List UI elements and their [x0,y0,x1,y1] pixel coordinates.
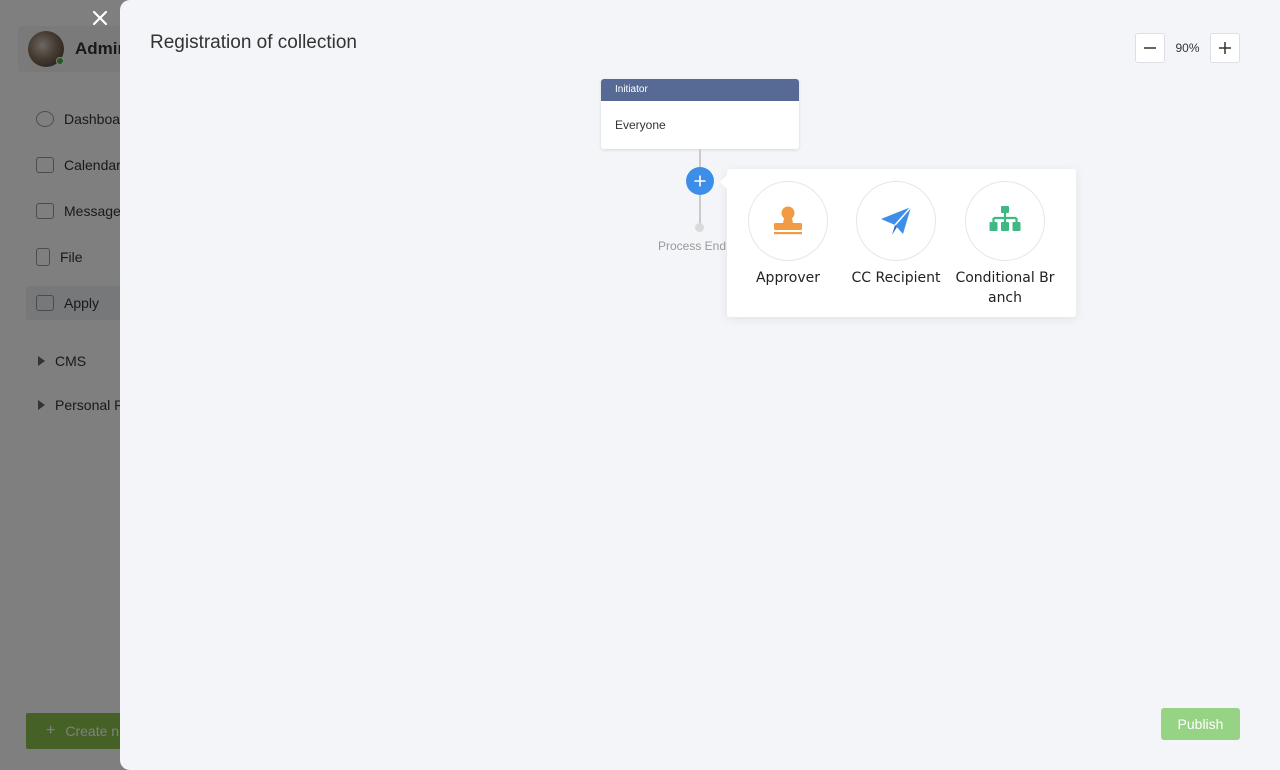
close-drawer-button[interactable] [88,6,112,30]
plus-icon [694,175,706,187]
option-approver[interactable]: Approver [738,181,838,288]
process-end-dot [695,223,704,232]
initiator-node-header: Initiator [601,79,799,101]
initiator-node[interactable]: Initiator Everyone [601,79,799,149]
option-label-line: anch [987,290,1023,306]
page-title: Registration of collection [150,32,357,53]
add-node-popover: Approver CC Recipient Conditional Br anc… [720,169,1076,317]
option-cc-recipient-circle [856,181,936,261]
publish-button[interactable]: Publish [1161,708,1240,740]
paper-plane-icon [881,206,912,235]
flow-connector [699,149,701,167]
org-chart-icon [989,206,1021,231]
option-label-line: Conditional Br [955,270,1055,286]
option-conditional-branch[interactable]: Conditional Br anch [955,181,1055,308]
option-label: Conditional Br anch [955,268,1055,308]
stamp-icon [774,206,802,235]
minus-icon [1144,47,1156,49]
option-approver-circle [748,181,828,261]
popover-arrow [720,175,727,189]
option-label: CC Recipient [851,270,941,286]
zoom-level: 90% [1175,41,1200,55]
process-designer-drawer: Registration of collection 90% Initiator… [120,0,1280,770]
close-icon [92,10,108,26]
zoom-in-button[interactable] [1210,33,1240,63]
zoom-out-button[interactable] [1135,33,1165,63]
add-node-button[interactable] [686,167,714,195]
process-end-label: Process End [658,239,727,253]
option-cc-recipient[interactable]: CC Recipient [846,181,946,288]
option-label: Approver [755,270,821,286]
initiator-node-body: Everyone [615,118,666,132]
option-conditional-branch-circle [965,181,1045,261]
plus-icon [1219,42,1231,54]
zoom-control: 90% [1135,33,1240,63]
flow-connector [699,195,701,225]
